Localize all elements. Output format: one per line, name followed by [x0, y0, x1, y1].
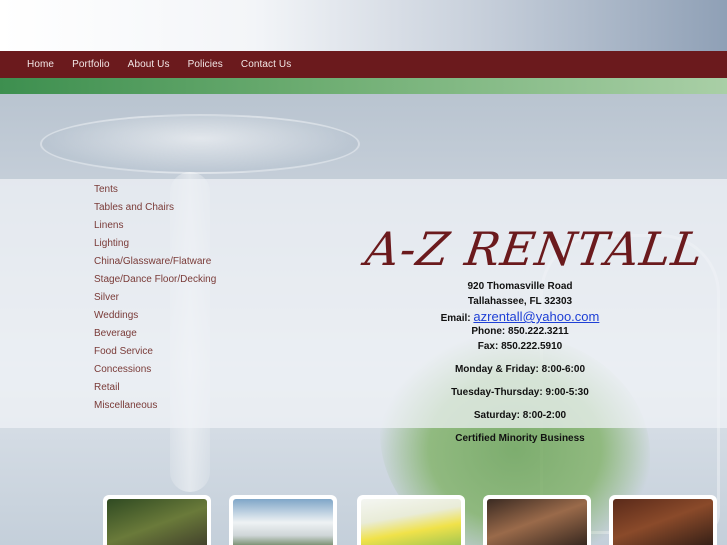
fax-line: Fax: 850.222.5910	[477, 341, 563, 352]
nav-portfolio[interactable]: Portfolio	[72, 59, 110, 70]
thumbnail-table-setting[interactable]	[357, 495, 465, 545]
thumbnail-guests-image	[487, 499, 587, 545]
menu-item-tents[interactable]: Tents	[94, 184, 216, 202]
certified-minority-business: Certified Minority Business	[455, 433, 585, 444]
thumbnail-tent-image	[233, 499, 333, 545]
menu-item-stage-dance-floor-decking[interactable]: Stage/Dance Floor/Decking	[94, 274, 216, 292]
address-line-2: Tallahassee, FL 32303	[467, 296, 573, 307]
menu-item-linens[interactable]: Linens	[94, 220, 216, 238]
hours-line-tue-thu: Tuesday-Thursday: 9:00-5:30	[451, 387, 589, 398]
gallery-thumbnails	[0, 495, 727, 545]
contact-info: 920 Thomasville Road Tallahassee, FL 323…	[400, 279, 640, 446]
menu-item-lighting[interactable]: Lighting	[94, 238, 216, 256]
nav-contact-us[interactable]: Contact Us	[241, 59, 291, 70]
phone-line: Phone: 850.222.3211	[471, 326, 569, 337]
thumbnail-dancers[interactable]	[609, 495, 717, 545]
hours-line-saturday: Saturday: 8:00-2:00	[473, 410, 567, 421]
address-line-1: 920 Thomasville Road	[467, 281, 573, 292]
thumbnail-table-setting-image	[361, 499, 461, 545]
nav-home[interactable]: Home	[27, 59, 54, 70]
menu-item-miscellaneous[interactable]: Miscellaneous	[94, 400, 216, 418]
main-nav: Home Portfolio About Us Policies Contact…	[0, 51, 727, 78]
top-banner	[0, 0, 727, 51]
email-link[interactable]: azrentall@yahoo.com	[473, 309, 599, 324]
hours-line-mon-fri: Monday & Friday: 8:00-6:00	[454, 364, 586, 375]
green-divider-band	[0, 78, 727, 94]
email-label: Email:	[440, 313, 471, 324]
thumbnail-tent[interactable]	[229, 495, 337, 545]
menu-item-weddings[interactable]: Weddings	[94, 310, 216, 328]
menu-item-silver[interactable]: Silver	[94, 292, 216, 310]
thumbnail-guests[interactable]	[483, 495, 591, 545]
category-menu: Tents Tables and Chairs Linens Lighting …	[94, 184, 216, 418]
wine-glass-bowl-image	[40, 114, 360, 174]
thumbnail-dancers-image	[613, 499, 713, 545]
menu-item-beverage[interactable]: Beverage	[94, 328, 216, 346]
email-line: Email: azrentall@yahoo.com	[400, 309, 640, 324]
menu-item-food-service[interactable]: Food Service	[94, 346, 216, 364]
menu-item-concessions[interactable]: Concessions	[94, 364, 216, 382]
thumbnail-garden-image	[107, 499, 207, 545]
thumbnail-garden[interactable]	[103, 495, 211, 545]
menu-item-retail[interactable]: Retail	[94, 382, 216, 400]
menu-item-tables-and-chairs[interactable]: Tables and Chairs	[94, 202, 216, 220]
nav-policies[interactable]: Policies	[188, 59, 223, 70]
menu-item-china-glassware-flatware[interactable]: China/Glassware/Flatware	[94, 256, 216, 274]
business-logo: A-Z RENTALL	[362, 222, 708, 276]
nav-about-us[interactable]: About Us	[128, 59, 170, 70]
